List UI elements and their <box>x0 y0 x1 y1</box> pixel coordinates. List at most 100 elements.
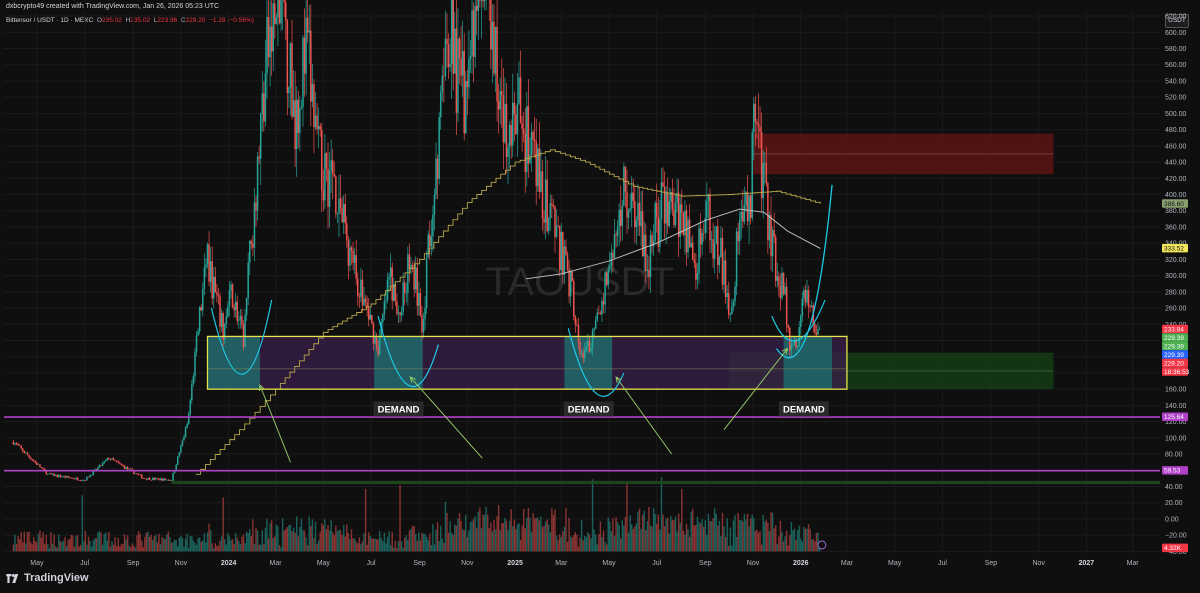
volume-bar <box>23 531 26 552</box>
y-tick-label: 100.00 <box>1165 435 1187 442</box>
volume-bar <box>757 532 760 552</box>
volume-bar <box>272 538 274 552</box>
volume-bar <box>618 525 620 552</box>
volume-bar <box>422 533 425 552</box>
volume-bar <box>206 532 209 552</box>
candle-body <box>197 331 199 336</box>
price-tag-label: 229.39 <box>1164 335 1184 342</box>
candle-body <box>720 237 722 258</box>
volume-bar <box>654 513 656 552</box>
volume-bar <box>662 514 664 552</box>
volume-bar <box>37 533 40 552</box>
volume-bar <box>737 513 739 552</box>
candle-body <box>729 314 732 315</box>
candle-body <box>205 264 207 268</box>
volume-bar <box>296 516 298 552</box>
volume-bar <box>319 531 321 552</box>
candle-body <box>191 384 193 401</box>
candle-body <box>357 278 359 297</box>
y-tick-label: 380.00 <box>1165 208 1187 215</box>
volume-bar <box>126 535 129 552</box>
volume-bar <box>638 508 641 552</box>
volume-bar <box>469 521 472 552</box>
volume-bar <box>269 523 271 552</box>
volume-bar <box>250 536 253 552</box>
candle-body <box>699 228 702 245</box>
volume-bar <box>231 539 234 552</box>
candle-body <box>535 141 537 187</box>
candle-body <box>350 247 353 251</box>
volume-bar <box>245 531 248 552</box>
candle-body <box>807 290 810 307</box>
candle-body <box>347 240 350 266</box>
volume-bar <box>641 515 644 552</box>
volume-bar <box>497 505 500 552</box>
volume-bar <box>252 519 254 552</box>
y-tick-label: 520.00 <box>1165 95 1187 102</box>
candle-body <box>355 255 357 279</box>
volume-bar <box>89 540 91 552</box>
volume-bar <box>516 524 519 552</box>
candle-body <box>233 307 235 311</box>
candle-body <box>731 306 733 315</box>
volume-bar <box>580 520 583 552</box>
volume-bar <box>156 542 159 552</box>
candle-body <box>314 115 317 128</box>
candle-body <box>313 83 315 128</box>
candle-body <box>18 445 21 446</box>
candle-body <box>491 21 494 50</box>
volume-bar <box>807 524 810 552</box>
candle-body <box>51 473 54 475</box>
volume-bar <box>721 512 724 552</box>
volume-bar <box>139 533 141 552</box>
candle-body <box>391 267 393 301</box>
candle-body <box>674 202 677 226</box>
volume-bar <box>382 541 384 552</box>
candle-body <box>353 255 356 263</box>
volume-bar <box>167 531 170 552</box>
candle-body <box>466 80 469 88</box>
candle-body <box>414 267 417 290</box>
x-tick-label: Sep <box>985 560 998 567</box>
candle-body <box>706 201 708 219</box>
volume-bar <box>62 540 65 552</box>
candle-body <box>615 234 617 236</box>
candle-body <box>202 288 204 311</box>
candle-body <box>796 346 799 348</box>
volume-bar <box>731 545 733 552</box>
candle-body <box>388 276 390 280</box>
candle-body <box>619 209 622 226</box>
y-tick-label: 560.00 <box>1165 62 1187 69</box>
volume-bar <box>546 519 548 552</box>
volume-bar <box>350 529 353 552</box>
price-chart[interactable]: TAOUSDT DEMAND DEMAND DEMAND 620.00600.005… <box>0 0 1200 593</box>
candle-body <box>394 284 397 302</box>
volume-bar <box>706 535 708 552</box>
volume-bar <box>76 535 79 552</box>
volume-bar <box>84 530 87 552</box>
candle-body <box>291 43 293 117</box>
volume-bar <box>198 537 201 552</box>
candle-body <box>40 467 43 468</box>
candle-body <box>573 281 575 317</box>
volume-bar <box>277 526 279 552</box>
candle-body <box>627 210 630 218</box>
volume-bar <box>555 535 558 552</box>
volume-bar <box>164 539 166 552</box>
volume-bar <box>632 528 634 552</box>
volume-bar <box>743 514 746 552</box>
volume-bar <box>548 524 550 552</box>
candle-body <box>346 223 348 241</box>
volume-bar <box>17 536 19 552</box>
candle-body <box>563 246 566 275</box>
volume-bar <box>87 536 90 552</box>
candle-body <box>522 128 525 134</box>
candle-body <box>147 477 149 480</box>
volume-bar <box>123 534 126 552</box>
volume-bar <box>249 529 251 552</box>
volume-bar <box>147 532 149 552</box>
tradingview-logo[interactable]: TradingView <box>6 572 89 584</box>
candle-body <box>32 460 35 462</box>
candle-body <box>158 478 160 481</box>
volume-bar <box>260 544 262 552</box>
